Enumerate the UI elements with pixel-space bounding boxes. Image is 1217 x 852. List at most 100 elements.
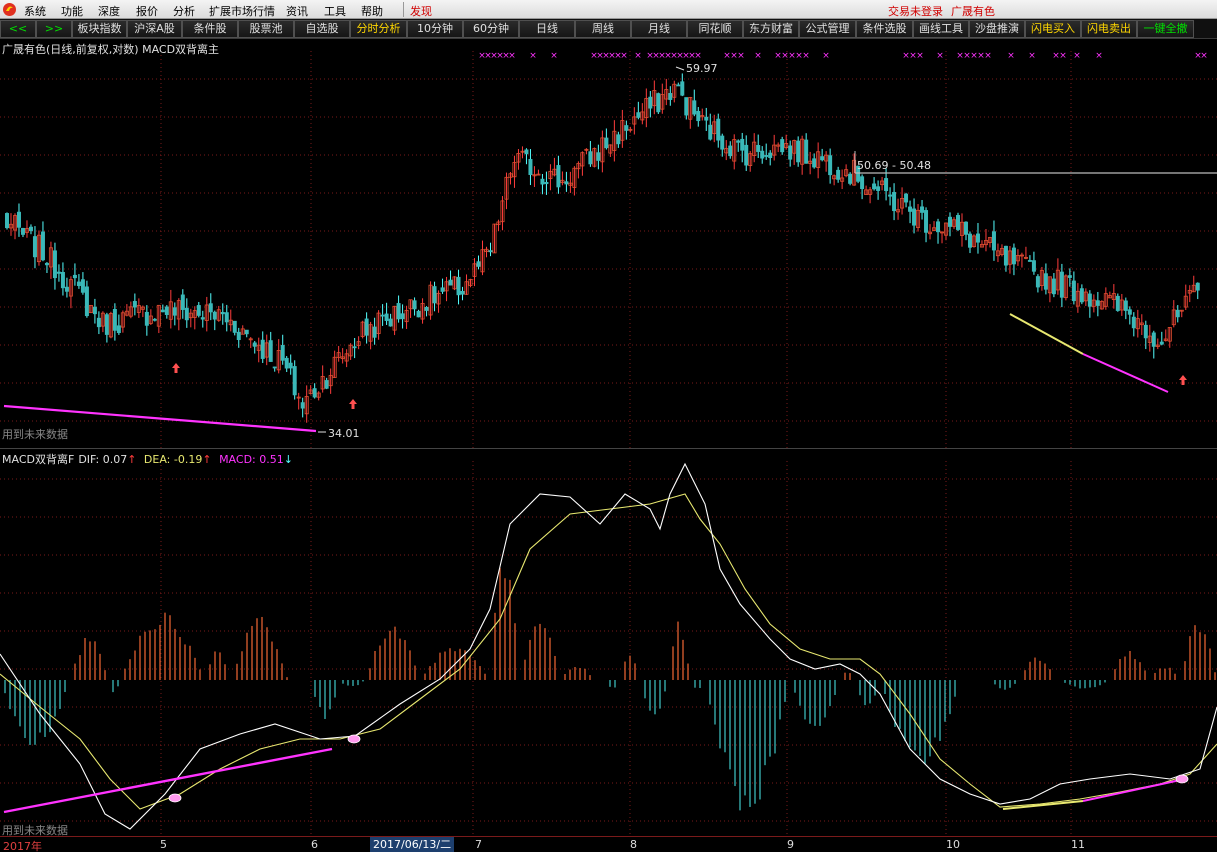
candle-body	[564, 181, 569, 185]
price-trend-line	[1009, 313, 1084, 355]
candle-body	[268, 340, 273, 362]
tab-condition-stocks[interactable]: 条件股	[182, 20, 238, 38]
tab-sector-index[interactable]: 板块指数	[72, 20, 127, 38]
candle-body	[528, 158, 533, 175]
tab-eastmoney[interactable]: 东方财富	[743, 20, 799, 38]
menu-function[interactable]: 功能	[61, 3, 83, 19]
menu-tools[interactable]: 工具	[324, 3, 346, 19]
candle-body	[164, 306, 169, 315]
tab-daily[interactable]: 日线	[519, 20, 575, 38]
candle-body	[224, 312, 229, 323]
candle-body	[1087, 293, 1092, 307]
candle-body	[1095, 300, 1100, 306]
menu-system[interactable]: 系统	[24, 3, 46, 19]
candle-body	[16, 211, 21, 228]
price-divergence-line	[1082, 353, 1169, 393]
menu-depth[interactable]: 深度	[98, 3, 120, 19]
candle-body	[668, 93, 673, 100]
candle-body	[28, 226, 33, 232]
candle-body	[912, 208, 917, 226]
cancel-all-button[interactable]: 一键全撤	[1137, 20, 1194, 38]
toolbar: << >> 板块指数 沪深A股 条件股 股票池 自选股 分时分析 10分钟 60…	[0, 19, 1217, 39]
candle-body	[872, 183, 877, 190]
candle-body	[460, 290, 465, 295]
menu-news[interactable]: 资讯	[286, 3, 308, 19]
candle-body	[396, 303, 401, 320]
candle-body	[728, 145, 733, 157]
candle-body	[760, 150, 765, 159]
login-status[interactable]: 交易未登录	[888, 3, 943, 19]
flash-sell-button[interactable]: 闪电卖出	[1081, 20, 1137, 38]
candle-body	[412, 300, 417, 310]
cross-signal-icon	[168, 793, 182, 803]
candle-body	[76, 281, 81, 287]
candlestick-chart[interactable]: ×××××× × × ×××××× × ××××××××× × × × × × × × × × × × × × × × ×…	[0, 39, 1217, 448]
next-button[interactable]: >>	[36, 20, 72, 38]
menu-quote[interactable]: 报价	[136, 3, 158, 19]
tab-10min[interactable]: 10分钟	[407, 20, 463, 38]
tab-formula-manage[interactable]: 公式管理	[799, 20, 856, 38]
menu-analysis[interactable]: 分析	[173, 3, 195, 19]
candle-body	[848, 173, 853, 184]
tab-stock-pool[interactable]: 股票池	[238, 20, 294, 38]
candle-body	[292, 366, 297, 396]
tab-a-shares[interactable]: 沪深A股	[127, 20, 182, 38]
candle-body	[656, 93, 661, 113]
candle-body	[904, 193, 909, 203]
candle-body	[132, 300, 137, 308]
candle-body	[432, 286, 437, 304]
tab-tonghuashun[interactable]: 同花顺	[687, 20, 743, 38]
candle-body	[416, 310, 421, 318]
candle-body	[388, 318, 393, 327]
buy-arrow-icon	[349, 399, 357, 409]
candle-body	[860, 176, 865, 190]
tab-drawing-tools[interactable]: 画线工具	[913, 20, 969, 38]
menu-discover[interactable]: 发现	[410, 3, 432, 19]
candle-body	[924, 210, 929, 233]
candle-body	[220, 311, 225, 315]
menu-extended-market[interactable]: 扩展市场行情	[209, 3, 275, 19]
dea-line	[0, 493, 1217, 810]
candle-body	[112, 308, 117, 331]
candle-body	[212, 311, 217, 320]
tab-intraday[interactable]: 分时分析	[350, 20, 407, 38]
kline-panel[interactable]: × × × × × × × × × × × × × × × × × × × × × × × × × × × × × × × × × × × × × × × ×…	[0, 39, 1217, 448]
candle-body	[364, 318, 369, 336]
candle-body	[680, 81, 685, 96]
menu-separator	[403, 2, 404, 17]
signal-x-marker: ×	[1028, 51, 1036, 61]
candle-body	[208, 303, 213, 313]
macd-legend: MACD双背离F DIF: 0.07↑ DEA: -0.19↑ MACD: 0.5…	[2, 451, 297, 467]
menu-help[interactable]: 帮助	[361, 3, 383, 19]
flash-buy-button[interactable]: 闪电买入	[1025, 20, 1081, 38]
candle-body	[768, 152, 773, 158]
macd-chart[interactable]	[0, 449, 1217, 836]
candle-body	[488, 250, 493, 253]
tab-60min[interactable]: 60分钟	[463, 20, 519, 38]
dif-value: DIF: 0.07	[78, 453, 128, 466]
macd-panel[interactable]: MACD双背离F DIF: 0.07↑ DEA: -0.19↑ MACD: 0.5…	[0, 449, 1217, 837]
candle-body	[424, 306, 429, 311]
signal-x-marker: ×	[529, 51, 537, 61]
candle-body	[92, 306, 97, 315]
tab-weekly[interactable]: 周线	[575, 20, 631, 38]
tab-sandbox[interactable]: 沙盘推演	[969, 20, 1025, 38]
candle-body	[32, 236, 37, 258]
candle-body	[60, 271, 65, 289]
candle-body	[1115, 295, 1120, 311]
tab-monthly[interactable]: 月线	[631, 20, 687, 38]
macd-divergence-line	[3, 747, 333, 814]
candle-body	[44, 262, 49, 266]
candle-body	[172, 307, 177, 316]
prev-button[interactable]: <<	[0, 20, 36, 38]
candle-body	[544, 182, 549, 185]
tab-condition-select[interactable]: 条件选股	[856, 20, 913, 38]
signal-x-marker: ×	[550, 51, 558, 61]
candle-body	[232, 320, 237, 333]
tab-watchlist[interactable]: 自选股	[294, 20, 350, 38]
candle-body	[888, 194, 893, 197]
dif-line	[0, 462, 1217, 830]
macd-value: MACD: 0.51	[219, 453, 284, 466]
candle-body	[556, 165, 561, 188]
candle-body	[756, 145, 761, 152]
